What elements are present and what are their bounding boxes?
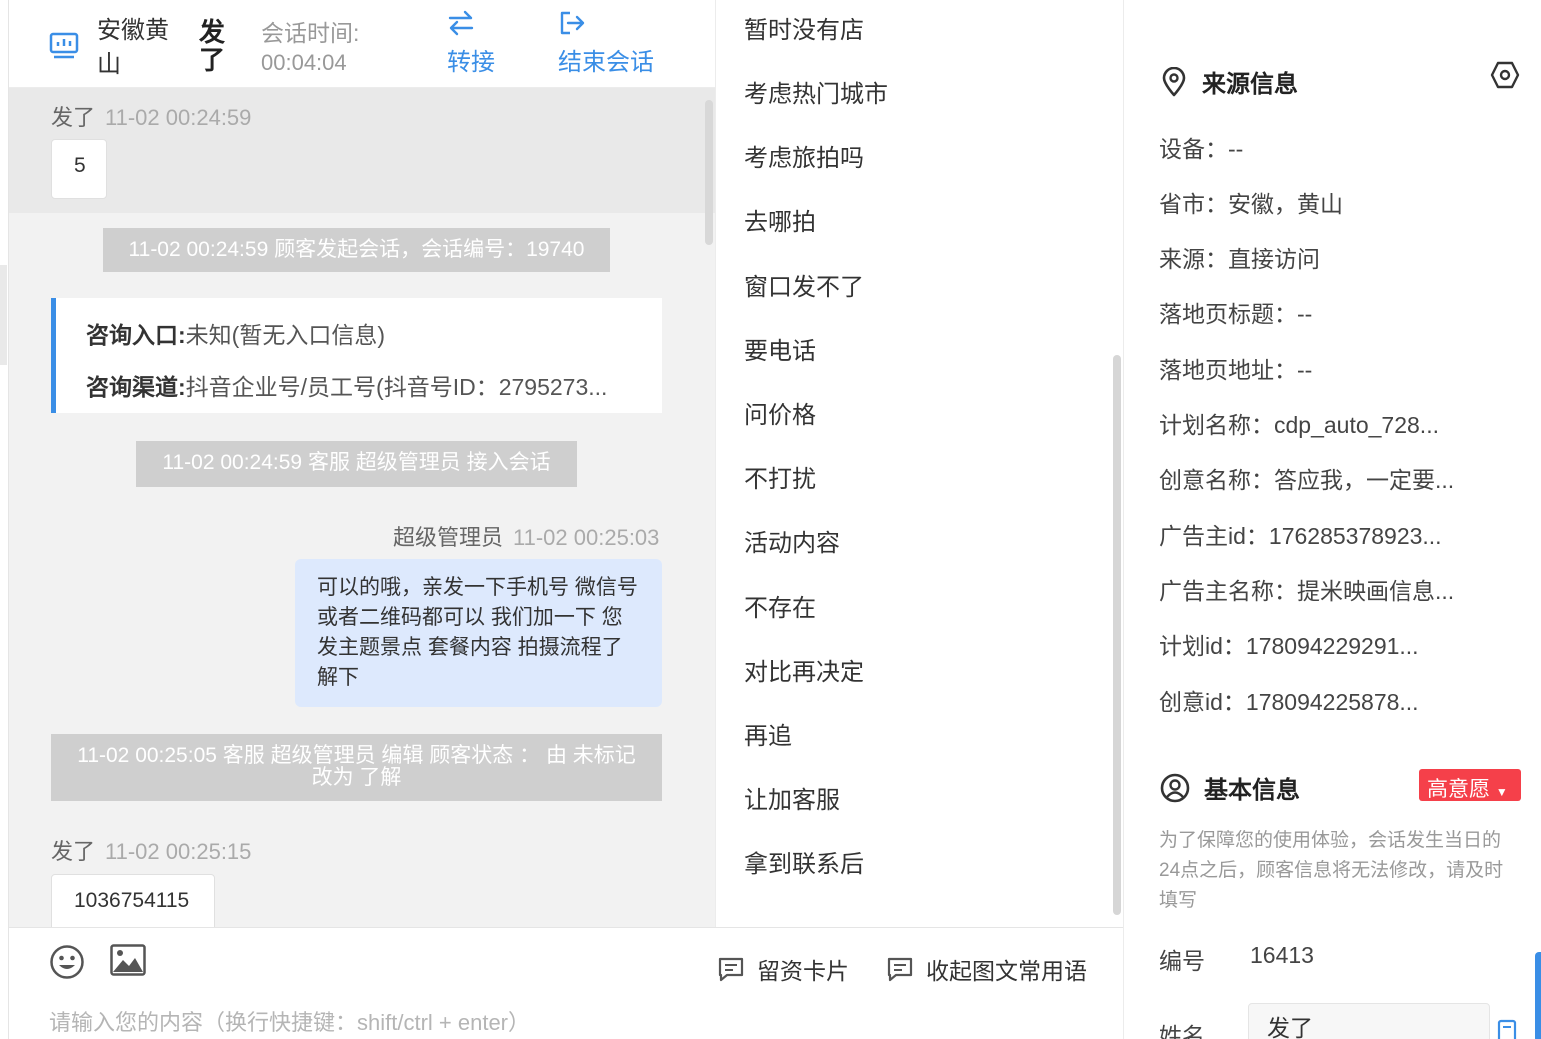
message-time: 11-02 00:24:59 xyxy=(105,105,252,130)
entry-label: 咨询入口: xyxy=(86,322,186,348)
basic-info-header: 基本信息 xyxy=(1160,770,1300,805)
origin-field: 来源：直接访问 xyxy=(1159,246,1320,272)
phrase-item[interactable]: 对比再决定 xyxy=(744,652,864,687)
phrase-item[interactable]: 去哪拍 xyxy=(744,202,816,237)
message-time: 11-02 00:25:03 xyxy=(513,525,660,550)
edit-deadline-notice: 为了保障您的使用体验，会话发生当日的24点之后，顾客信息将无法修改，请及时填写 xyxy=(1159,830,1504,911)
phrase-item[interactable]: 让加客服 xyxy=(744,780,840,815)
creative-name-field: 创意名称：答应我，一定要... xyxy=(1159,467,1455,493)
creative-id-field: 创意id：178094225878... xyxy=(1159,689,1419,715)
message-composer: 留资卡片 收起图文常用语 xyxy=(9,927,1123,1039)
entry-value: 未知(暂无入口信息) xyxy=(185,322,385,348)
message-card-icon xyxy=(887,957,913,982)
channel-value: 抖音企业号/员工号(抖音号ID：2795273... xyxy=(185,374,608,400)
landing-url-field: 落地页地址：-- xyxy=(1159,357,1313,383)
image-icon[interactable] xyxy=(110,944,146,976)
lead-card-label: 留资卡片 xyxy=(757,958,849,984)
advertiser-id-field: 广告主id：176285378923... xyxy=(1159,523,1442,549)
consult-info-card: 咨询入口:未知(暂无入口信息) 咨询渠道:抖音企业号/员工号(抖音号ID：279… xyxy=(51,298,662,413)
message-sender: 发了 xyxy=(51,105,96,130)
message-bubble: 1036754115 xyxy=(51,874,215,927)
message-card-icon xyxy=(718,957,744,982)
source-info-title: 来源信息 xyxy=(1202,71,1298,98)
phrase-item[interactable]: 考虑热门城市 xyxy=(744,74,888,109)
intent-level-label: 高意愿 xyxy=(1427,778,1490,801)
channel-label: 咨询渠道: xyxy=(86,374,186,400)
message-meta: 超级管理员 11-02 00:25:03 xyxy=(393,520,659,552)
plan-name-field: 计划名称：cdp_auto_728... xyxy=(1159,412,1439,438)
message-time: 11-02 00:25:15 xyxy=(105,839,252,864)
end-session-button[interactable]: 结束会话 xyxy=(558,10,654,77)
end-session-label: 结束会话 xyxy=(558,49,654,76)
left-edge-mark xyxy=(0,265,7,365)
name-input[interactable] xyxy=(1248,1003,1490,1039)
source-info-header: 来源信息 xyxy=(1160,64,1298,99)
phrase-item[interactable]: 再追 xyxy=(744,716,792,751)
chat-scrollbar[interactable] xyxy=(705,100,713,245)
message-bubble: 5 xyxy=(51,139,107,199)
number-label: 编号 xyxy=(1159,948,1205,974)
phrase-item[interactable]: 不存在 xyxy=(744,588,816,623)
logout-icon xyxy=(560,11,585,35)
phrase-item[interactable]: 窗口发不了 xyxy=(744,267,864,302)
transfer-button[interactable]: 转接 xyxy=(447,10,495,77)
floating-tab[interactable] xyxy=(1535,952,1541,1039)
phrase-item[interactable]: 不打扰 xyxy=(744,459,816,494)
system-message: 11-02 00:24:59 客服 超级管理员 接入会话 xyxy=(136,441,577,487)
collapse-phrases-label: 收起图文常用语 xyxy=(926,958,1087,984)
customer-info-panel: 来源信息 设备：-- 省市：安徽，黄山 来源：直接访问 落地页标题：-- 落地页… xyxy=(1123,0,1541,1039)
message-sender: 发了 xyxy=(51,839,96,864)
phrases-scrollbar[interactable] xyxy=(1113,355,1121,915)
number-value: 16413 xyxy=(1250,942,1314,968)
caret-down-icon: ▼ xyxy=(1495,785,1508,799)
customer-region-name: 安徽黄山 xyxy=(97,17,169,78)
device-field: 设备：-- xyxy=(1159,136,1244,162)
quick-phrases-panel: 暂时没有店 考虑热门城市 考虑旅拍吗 去哪拍 窗口发不了 要电话 问价格 不打扰… xyxy=(715,0,1123,927)
system-message: 11-02 00:25:05 客服 超级管理员 编辑 顾客状态 ： 由 未标记 … xyxy=(51,734,662,801)
intent-level-dropdown[interactable]: 高意愿 ▼ xyxy=(1419,769,1521,801)
message-input[interactable] xyxy=(49,1008,1089,1038)
message-sender: 超级管理员 xyxy=(393,525,504,550)
landing-title-field: 落地页标题：-- xyxy=(1159,301,1313,327)
message-meta: 发了 11-02 00:25:15 xyxy=(51,834,251,866)
transfer-label: 转接 xyxy=(447,49,495,76)
message-meta: 发了 11-02 00:24:59 xyxy=(51,100,251,132)
chat-messages[interactable]: 发了 11-02 00:24:59 5 11-02 00:24:59 顾客发起会话… xyxy=(9,88,715,927)
phrase-item[interactable]: 暂时没有店 xyxy=(744,10,864,45)
name-label: 姓名 xyxy=(1159,1023,1205,1039)
collapse-phrases-button[interactable]: 收起图文常用语 xyxy=(886,952,1087,986)
lead-card-button[interactable]: 留资卡片 xyxy=(717,952,849,986)
province-field: 省市：安徽，黄山 xyxy=(1159,191,1343,217)
transfer-icon xyxy=(448,10,474,36)
phrase-item[interactable]: 考虑旅拍吗 xyxy=(744,138,864,173)
phrase-item[interactable]: 要电话 xyxy=(744,331,816,366)
emoji-icon[interactable] xyxy=(49,944,85,980)
system-message: 11-02 00:24:59 顾客发起会话，会话编号：19740 xyxy=(103,228,610,272)
advertiser-name-field: 广告主名称：提米映画信息... xyxy=(1159,578,1455,604)
location-pin-icon xyxy=(1162,66,1186,96)
phrase-item[interactable]: 拿到联系后 xyxy=(744,844,864,879)
session-time: 00:04:04 xyxy=(261,50,347,75)
phrase-item[interactable]: 问价格 xyxy=(744,395,816,430)
monitor-icon xyxy=(49,32,79,59)
phrase-item[interactable]: 活动内容 xyxy=(744,523,840,558)
message-bubble-outgoing: 可以的哦，亲发一下手机号 微信号或者二维码都可以 我们加一下 您发主题景点 套餐… xyxy=(295,559,662,707)
chat-header: 安徽黄山 发了 会话时间: 00:04:04 转接 结束会话 xyxy=(9,0,715,88)
settings-icon[interactable] xyxy=(1490,60,1520,90)
left-edge xyxy=(0,0,9,1039)
plan-id-field: 计划id：178094229291... xyxy=(1159,633,1419,659)
basic-info-title: 基本信息 xyxy=(1204,777,1300,804)
copy-icon[interactable] xyxy=(1496,1018,1520,1039)
customer-nickname: 发了 xyxy=(199,17,226,75)
user-circle-icon xyxy=(1160,773,1190,802)
session-time-label: 会话时间: xyxy=(261,20,360,46)
